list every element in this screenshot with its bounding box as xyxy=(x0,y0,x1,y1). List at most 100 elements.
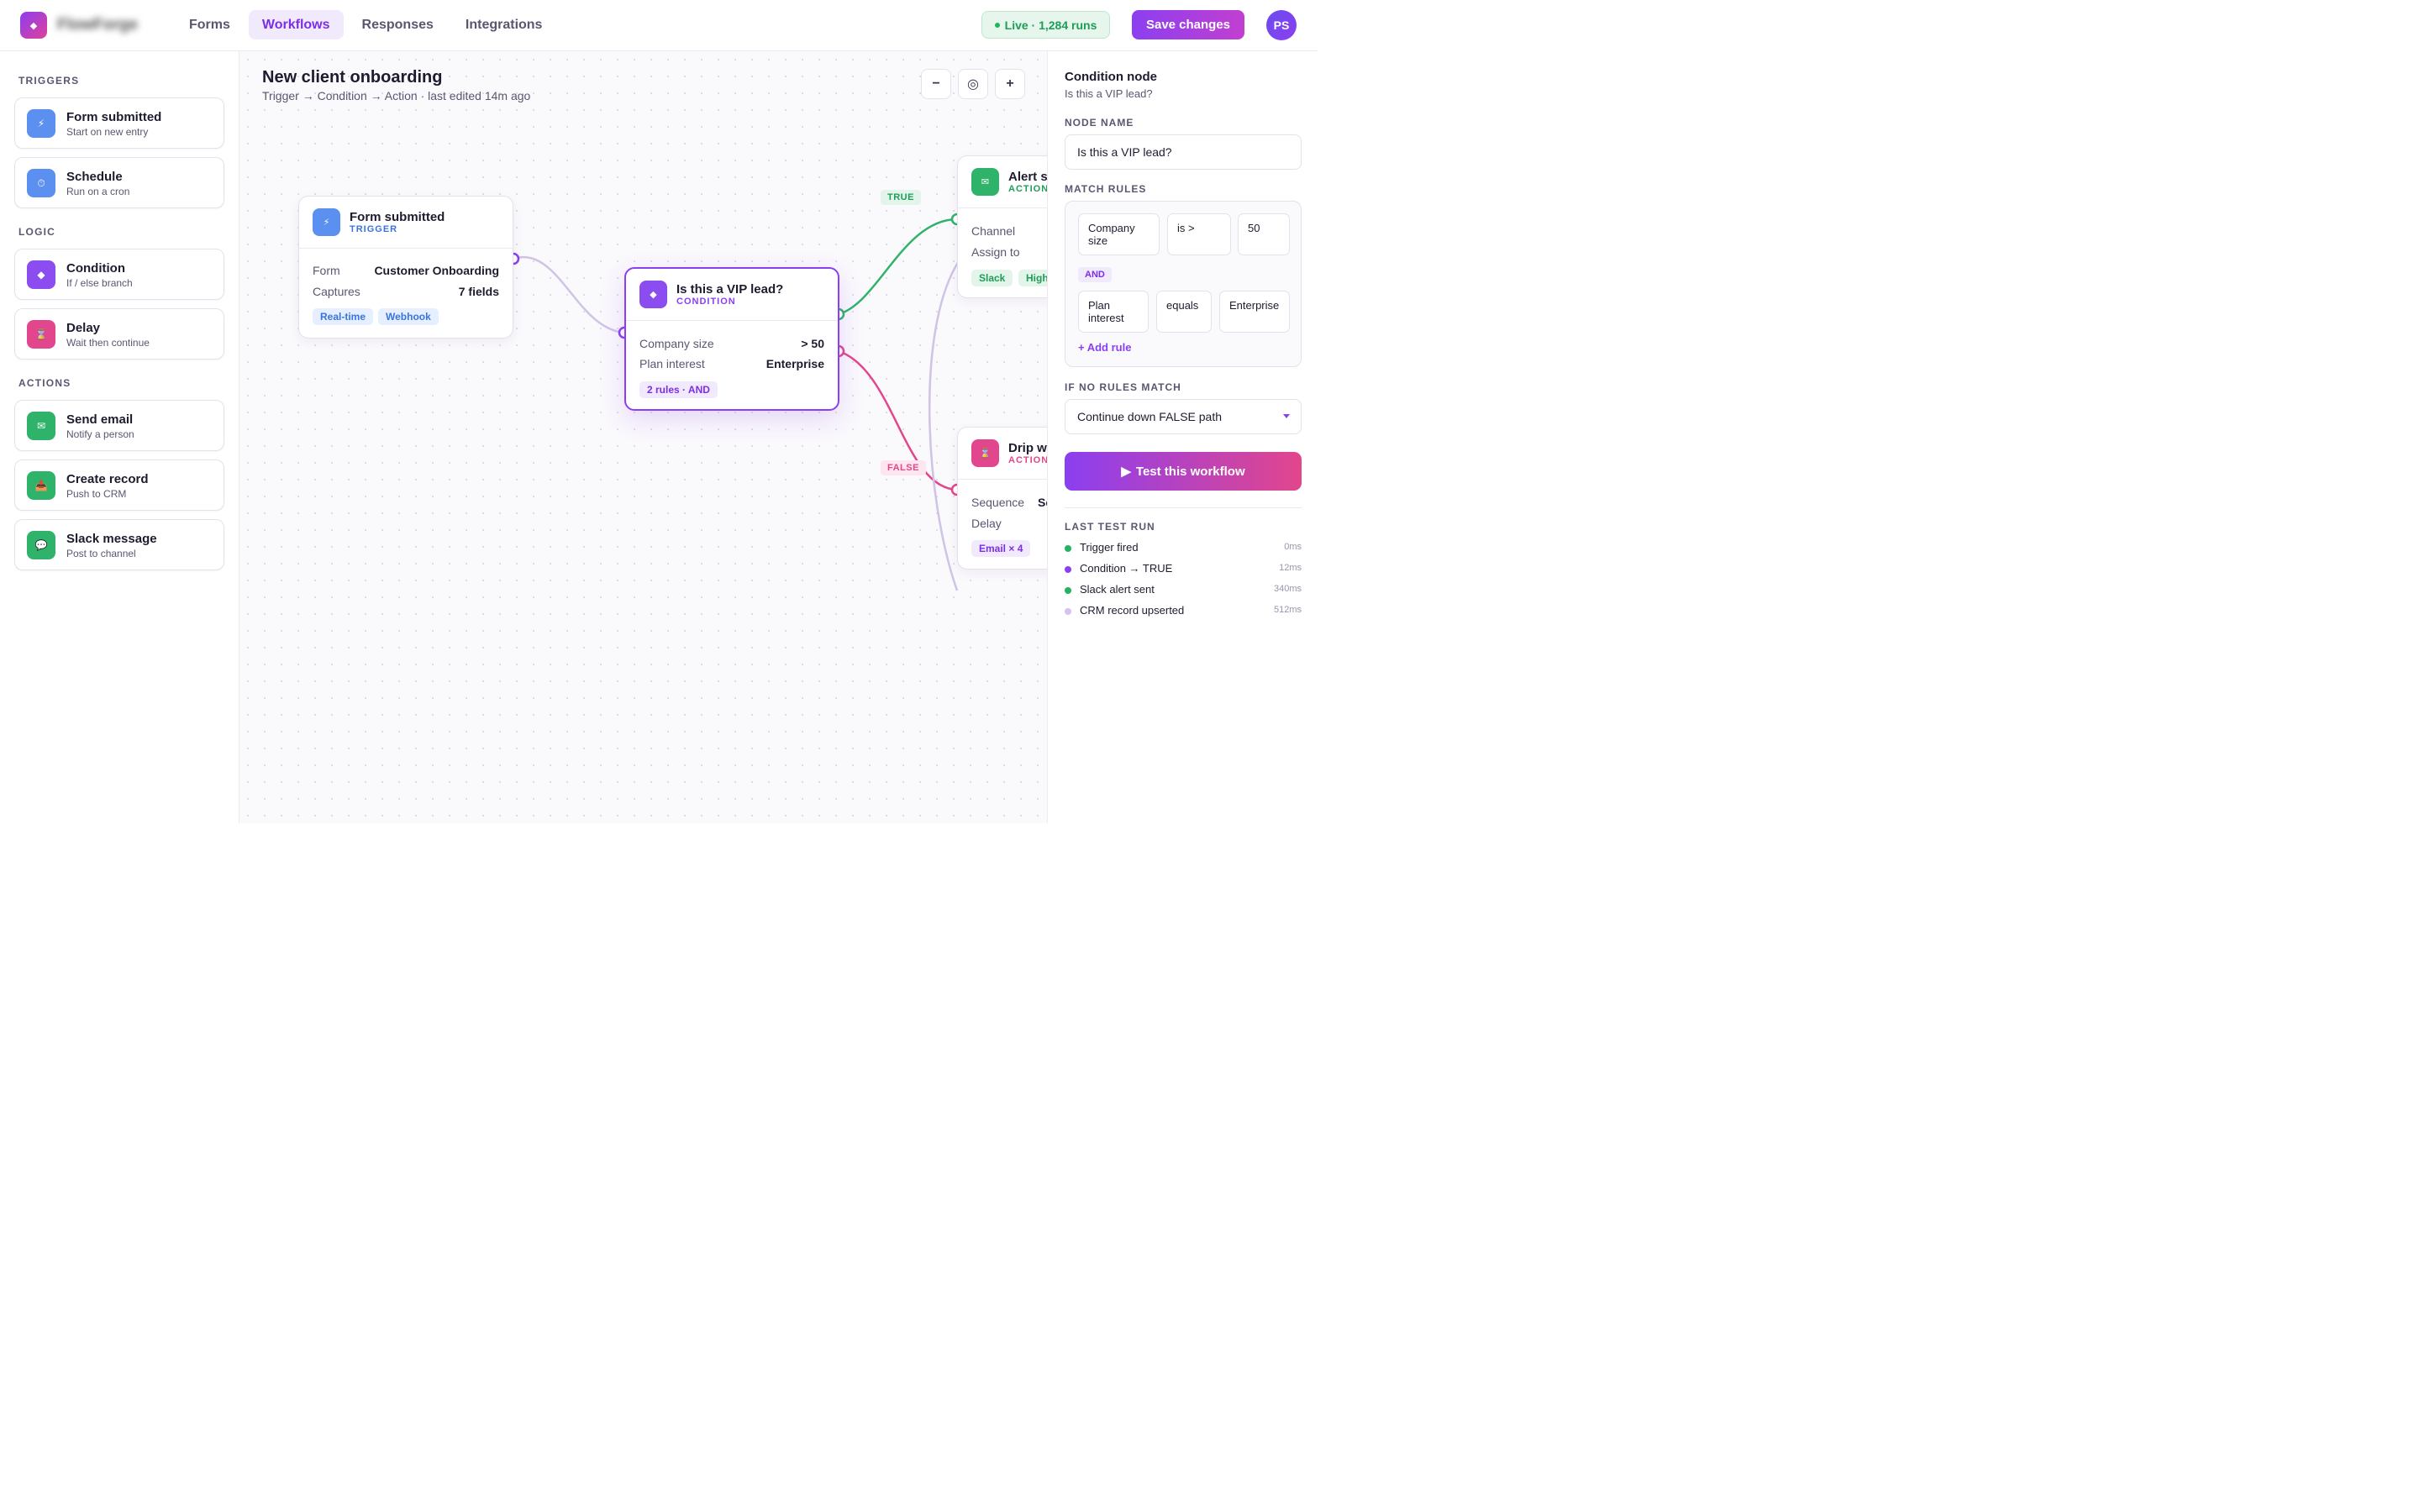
palette-item-schedule[interactable]: ⏱ Schedule Run on a cron xyxy=(14,157,224,208)
node-row: Captures 7 fields xyxy=(313,285,499,298)
palette-item-send-email[interactable]: ✉ Send email Notify a person xyxy=(14,400,224,451)
match-rules-label: MATCH RULES xyxy=(1065,183,1147,195)
palette-item-create-record[interactable]: 📥 Create record Push to CRM xyxy=(14,459,224,511)
node-type: CONDITION xyxy=(676,297,736,307)
test-workflow-label: Test this workflow xyxy=(1135,464,1245,479)
row-value: Se xyxy=(1038,496,1047,509)
status-dot-icon xyxy=(1065,608,1071,615)
alert-sales-node[interactable]: ✉ Alert sales ACTION Channel Assign to S… xyxy=(957,155,1047,298)
condition-node[interactable]: ◆ Is this a VIP lead? CONDITION Company … xyxy=(624,267,839,411)
chat-icon: 💬 xyxy=(27,531,55,559)
logic-section-label: LOGIC xyxy=(18,226,55,238)
palette-item-subtitle: Post to channel xyxy=(66,548,136,559)
hourglass-icon: ⌛ xyxy=(971,439,999,467)
palette-item-subtitle: Start on new entry xyxy=(66,126,149,138)
node-title: Alert sales xyxy=(1008,170,1047,184)
row-label: Delay xyxy=(971,517,1002,530)
wire-true-branch xyxy=(838,218,958,316)
chip: Slack xyxy=(971,270,1013,286)
row-label: Assign to xyxy=(971,245,1020,259)
status-dot-icon xyxy=(1065,566,1071,573)
tab-workflows[interactable]: Workflows xyxy=(248,10,344,39)
avatar[interactable]: PS xyxy=(1266,10,1297,40)
tab-responses[interactable]: Responses xyxy=(349,10,447,39)
tab-integrations[interactable]: Integrations xyxy=(452,10,556,39)
live-status-text: Live · 1,284 runs xyxy=(1004,18,1097,32)
clock-icon: ⏱ xyxy=(27,169,55,197)
row-value: Enterprise xyxy=(765,357,824,370)
node-name-input[interactable] xyxy=(1065,134,1302,170)
trigger-node[interactable]: ⚡ Form submitted TRIGGER Form Customer O… xyxy=(298,196,513,339)
node-title: Is this a VIP lead? xyxy=(676,282,784,297)
drip-node[interactable]: ⌛ Drip welcome ACTION Sequence Se Delay … xyxy=(957,427,1047,570)
run-step-time: 512ms xyxy=(1273,605,1302,615)
node-header: ◆ Is this a VIP lead? CONDITION xyxy=(626,269,838,321)
run-log-item: Slack alert sent 340ms xyxy=(1065,582,1302,599)
chip: High xyxy=(1018,270,1047,286)
palette-item-subtitle: Run on a cron xyxy=(66,186,130,197)
node-name-label: NODE NAME xyxy=(1065,117,1134,129)
caret-down-icon xyxy=(1283,414,1290,418)
row-value: > 50 xyxy=(801,337,824,350)
run-step-time: 340ms xyxy=(1273,584,1302,594)
lightning-icon: ⚡ xyxy=(313,208,340,236)
main-nav: Forms Workflows Responses Integrations xyxy=(176,10,555,39)
inspector-panel: Condition node Is this a VIP lead? NODE … xyxy=(1047,51,1318,823)
node-header: ✉ Alert sales ACTION xyxy=(958,156,1047,208)
run-step-time: 12ms xyxy=(1279,563,1302,573)
row-label: Sequence xyxy=(971,496,1025,509)
chip: 2 rules · AND xyxy=(639,381,718,398)
rule-field-select[interactable]: Company size xyxy=(1078,213,1160,255)
node-title: Form submitted xyxy=(350,210,445,224)
node-title: Drip welcome xyxy=(1008,441,1047,455)
actions-section-label: ACTIONS xyxy=(18,377,71,389)
rule-joiner-badge[interactable]: AND xyxy=(1078,267,1112,282)
add-rule-button[interactable]: + Add rule xyxy=(1078,341,1131,354)
node-type: ACTION xyxy=(1008,455,1047,465)
palette-item-delay[interactable]: ⌛ Delay Wait then continue xyxy=(14,308,224,360)
palette-item-title: Send email xyxy=(66,412,134,427)
chip: Email × 4 xyxy=(971,540,1031,557)
no-match-label: IF NO RULES MATCH xyxy=(1065,381,1181,393)
rule-value-input[interactable]: Enterprise xyxy=(1219,291,1290,333)
wire-trigger-to-condition xyxy=(513,255,625,334)
node-row: Form Customer Onboarding xyxy=(313,264,499,277)
lightning-icon: ⚡ xyxy=(27,109,55,138)
run-step-text: Condition → TRUE xyxy=(1080,562,1173,575)
inspector-title: Condition node xyxy=(1065,70,1157,84)
palette-item-form-submitted[interactable]: ⚡ Form submitted Start on new entry xyxy=(14,97,224,149)
test-workflow-button[interactable]: ▶ Test this workflow xyxy=(1065,452,1302,491)
tab-forms[interactable]: Forms xyxy=(176,10,244,39)
rule-operator-select[interactable]: is > xyxy=(1167,213,1231,255)
chip: Real-time xyxy=(313,308,374,325)
rule-field-select[interactable]: Plan interest xyxy=(1078,291,1149,333)
row-label: Company size xyxy=(639,337,714,350)
node-type: ACTION xyxy=(1008,184,1047,194)
node-row: Company size > 50 xyxy=(639,337,824,350)
status-dot-icon xyxy=(1065,587,1071,594)
run-log-item: Condition → TRUE 12ms xyxy=(1065,561,1302,578)
rule-value-input[interactable]: 50 xyxy=(1238,213,1290,255)
row-label: Captures xyxy=(313,285,360,298)
top-bar: ◆ FlowForge Forms Workflows Responses In… xyxy=(0,0,1318,51)
row-value: 7 fields xyxy=(458,285,499,298)
palette-item-subtitle: If / else branch xyxy=(66,277,133,289)
workflow-canvas[interactable]: New client onboarding Trigger → Conditio… xyxy=(239,51,1047,823)
palette-item-slack-message[interactable]: 💬 Slack message Post to channel xyxy=(14,519,224,570)
true-branch-label: TRUE xyxy=(881,190,921,205)
run-step-text: Trigger fired xyxy=(1080,541,1139,554)
no-match-select[interactable]: Continue down FALSE path xyxy=(1065,399,1302,434)
envelope-icon: ✉ xyxy=(27,412,55,440)
chip: Webhook xyxy=(378,308,439,325)
row-value: Customer Onboarding xyxy=(374,264,499,277)
play-icon: ▶ xyxy=(1121,465,1131,479)
save-button[interactable]: Save changes xyxy=(1132,10,1244,39)
run-step-text: Slack alert sent xyxy=(1080,583,1155,596)
row-label: Form xyxy=(313,264,340,277)
palette-item-title: Slack message xyxy=(66,532,157,546)
rule-operator-select[interactable]: equals xyxy=(1156,291,1212,333)
palette-item-condition[interactable]: ◆ Condition If / else branch xyxy=(14,249,224,300)
node-type: TRIGGER xyxy=(350,224,398,234)
logo-text: FlowForge xyxy=(57,16,139,34)
node-row: Channel xyxy=(971,224,1047,238)
